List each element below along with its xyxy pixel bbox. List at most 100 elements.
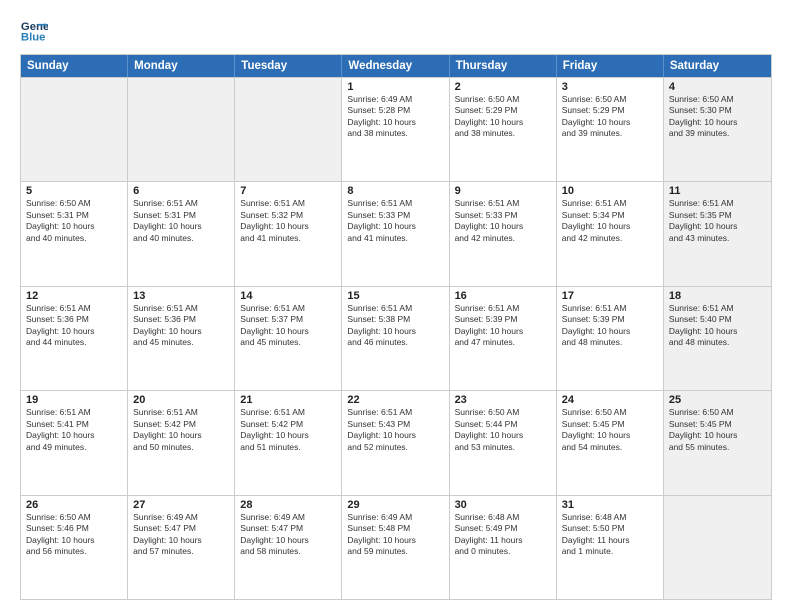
day-number: 8 <box>347 185 443 197</box>
day-number: 9 <box>455 185 551 197</box>
day-info: Sunrise: 6:51 AM Sunset: 5:34 PM Dayligh… <box>562 198 658 244</box>
logo: General Blue <box>20 16 52 44</box>
calendar-cell: 14Sunrise: 6:51 AM Sunset: 5:37 PM Dayli… <box>235 287 342 390</box>
day-number: 16 <box>455 290 551 302</box>
day-info: Sunrise: 6:50 AM Sunset: 5:45 PM Dayligh… <box>562 407 658 453</box>
day-info: Sunrise: 6:51 AM Sunset: 5:35 PM Dayligh… <box>669 198 766 244</box>
day-number: 28 <box>240 499 336 511</box>
day-info: Sunrise: 6:51 AM Sunset: 5:40 PM Dayligh… <box>669 303 766 349</box>
header: General Blue <box>20 16 772 44</box>
calendar-header-row: SundayMondayTuesdayWednesdayThursdayFrid… <box>21 55 771 77</box>
calendar-cell: 29Sunrise: 6:49 AM Sunset: 5:48 PM Dayli… <box>342 496 449 599</box>
day-number: 27 <box>133 499 229 511</box>
day-info: Sunrise: 6:50 AM Sunset: 5:29 PM Dayligh… <box>455 94 551 140</box>
day-info: Sunrise: 6:50 AM Sunset: 5:29 PM Dayligh… <box>562 94 658 140</box>
day-number: 21 <box>240 394 336 406</box>
calendar-week: 12Sunrise: 6:51 AM Sunset: 5:36 PM Dayli… <box>21 286 771 390</box>
calendar-cell: 5Sunrise: 6:50 AM Sunset: 5:31 PM Daylig… <box>21 182 128 285</box>
day-info: Sunrise: 6:51 AM Sunset: 5:33 PM Dayligh… <box>347 198 443 244</box>
calendar-cell: 8Sunrise: 6:51 AM Sunset: 5:33 PM Daylig… <box>342 182 449 285</box>
day-info: Sunrise: 6:51 AM Sunset: 5:36 PM Dayligh… <box>26 303 122 349</box>
day-number: 12 <box>26 290 122 302</box>
day-info: Sunrise: 6:51 AM Sunset: 5:42 PM Dayligh… <box>133 407 229 453</box>
day-number: 3 <box>562 81 658 93</box>
day-info: Sunrise: 6:51 AM Sunset: 5:37 PM Dayligh… <box>240 303 336 349</box>
calendar-cell: 23Sunrise: 6:50 AM Sunset: 5:44 PM Dayli… <box>450 391 557 494</box>
weekday-header: Saturday <box>664 55 771 77</box>
day-number: 2 <box>455 81 551 93</box>
calendar-week: 19Sunrise: 6:51 AM Sunset: 5:41 PM Dayli… <box>21 390 771 494</box>
day-number: 19 <box>26 394 122 406</box>
calendar-body: 1Sunrise: 6:49 AM Sunset: 5:28 PM Daylig… <box>21 77 771 599</box>
calendar-cell <box>128 78 235 181</box>
day-number: 4 <box>669 81 766 93</box>
calendar-week: 1Sunrise: 6:49 AM Sunset: 5:28 PM Daylig… <box>21 77 771 181</box>
day-info: Sunrise: 6:51 AM Sunset: 5:33 PM Dayligh… <box>455 198 551 244</box>
calendar-cell: 18Sunrise: 6:51 AM Sunset: 5:40 PM Dayli… <box>664 287 771 390</box>
day-info: Sunrise: 6:50 AM Sunset: 5:46 PM Dayligh… <box>26 512 122 558</box>
day-number: 31 <box>562 499 658 511</box>
day-info: Sunrise: 6:50 AM Sunset: 5:30 PM Dayligh… <box>669 94 766 140</box>
calendar-cell: 31Sunrise: 6:48 AM Sunset: 5:50 PM Dayli… <box>557 496 664 599</box>
day-info: Sunrise: 6:49 AM Sunset: 5:47 PM Dayligh… <box>240 512 336 558</box>
day-number: 22 <box>347 394 443 406</box>
weekday-header: Tuesday <box>235 55 342 77</box>
day-info: Sunrise: 6:49 AM Sunset: 5:47 PM Dayligh… <box>133 512 229 558</box>
logo-icon: General Blue <box>20 16 48 44</box>
day-info: Sunrise: 6:50 AM Sunset: 5:45 PM Dayligh… <box>669 407 766 453</box>
svg-text:Blue: Blue <box>21 32 46 44</box>
day-info: Sunrise: 6:51 AM Sunset: 5:36 PM Dayligh… <box>133 303 229 349</box>
day-info: Sunrise: 6:50 AM Sunset: 5:44 PM Dayligh… <box>455 407 551 453</box>
day-number: 6 <box>133 185 229 197</box>
weekday-header: Friday <box>557 55 664 77</box>
day-number: 1 <box>347 81 443 93</box>
day-number: 30 <box>455 499 551 511</box>
day-info: Sunrise: 6:49 AM Sunset: 5:28 PM Dayligh… <box>347 94 443 140</box>
calendar-cell <box>235 78 342 181</box>
day-number: 25 <box>669 394 766 406</box>
calendar-cell: 16Sunrise: 6:51 AM Sunset: 5:39 PM Dayli… <box>450 287 557 390</box>
calendar-cell: 10Sunrise: 6:51 AM Sunset: 5:34 PM Dayli… <box>557 182 664 285</box>
calendar-cell: 27Sunrise: 6:49 AM Sunset: 5:47 PM Dayli… <box>128 496 235 599</box>
day-number: 10 <box>562 185 658 197</box>
calendar-cell <box>21 78 128 181</box>
calendar-cell: 19Sunrise: 6:51 AM Sunset: 5:41 PM Dayli… <box>21 391 128 494</box>
calendar-cell: 20Sunrise: 6:51 AM Sunset: 5:42 PM Dayli… <box>128 391 235 494</box>
calendar-cell: 6Sunrise: 6:51 AM Sunset: 5:31 PM Daylig… <box>128 182 235 285</box>
day-number: 29 <box>347 499 443 511</box>
calendar-week: 5Sunrise: 6:50 AM Sunset: 5:31 PM Daylig… <box>21 181 771 285</box>
day-number: 14 <box>240 290 336 302</box>
day-info: Sunrise: 6:50 AM Sunset: 5:31 PM Dayligh… <box>26 198 122 244</box>
calendar-cell: 12Sunrise: 6:51 AM Sunset: 5:36 PM Dayli… <box>21 287 128 390</box>
day-number: 20 <box>133 394 229 406</box>
day-info: Sunrise: 6:51 AM Sunset: 5:43 PM Dayligh… <box>347 407 443 453</box>
calendar-week: 26Sunrise: 6:50 AM Sunset: 5:46 PM Dayli… <box>21 495 771 599</box>
calendar-cell: 7Sunrise: 6:51 AM Sunset: 5:32 PM Daylig… <box>235 182 342 285</box>
calendar-cell: 30Sunrise: 6:48 AM Sunset: 5:49 PM Dayli… <box>450 496 557 599</box>
weekday-header: Thursday <box>450 55 557 77</box>
day-number: 17 <box>562 290 658 302</box>
calendar-cell: 11Sunrise: 6:51 AM Sunset: 5:35 PM Dayli… <box>664 182 771 285</box>
calendar-cell: 2Sunrise: 6:50 AM Sunset: 5:29 PM Daylig… <box>450 78 557 181</box>
day-info: Sunrise: 6:51 AM Sunset: 5:42 PM Dayligh… <box>240 407 336 453</box>
calendar-cell: 13Sunrise: 6:51 AM Sunset: 5:36 PM Dayli… <box>128 287 235 390</box>
day-number: 23 <box>455 394 551 406</box>
calendar-cell: 3Sunrise: 6:50 AM Sunset: 5:29 PM Daylig… <box>557 78 664 181</box>
day-number: 15 <box>347 290 443 302</box>
day-number: 7 <box>240 185 336 197</box>
day-number: 26 <box>26 499 122 511</box>
calendar-cell: 24Sunrise: 6:50 AM Sunset: 5:45 PM Dayli… <box>557 391 664 494</box>
day-info: Sunrise: 6:48 AM Sunset: 5:49 PM Dayligh… <box>455 512 551 558</box>
day-number: 11 <box>669 185 766 197</box>
weekday-header: Sunday <box>21 55 128 77</box>
day-info: Sunrise: 6:51 AM Sunset: 5:39 PM Dayligh… <box>562 303 658 349</box>
calendar-cell <box>664 496 771 599</box>
weekday-header: Monday <box>128 55 235 77</box>
day-number: 18 <box>669 290 766 302</box>
calendar-cell: 22Sunrise: 6:51 AM Sunset: 5:43 PM Dayli… <box>342 391 449 494</box>
calendar-cell: 9Sunrise: 6:51 AM Sunset: 5:33 PM Daylig… <box>450 182 557 285</box>
day-info: Sunrise: 6:51 AM Sunset: 5:39 PM Dayligh… <box>455 303 551 349</box>
day-number: 24 <box>562 394 658 406</box>
calendar-cell: 1Sunrise: 6:49 AM Sunset: 5:28 PM Daylig… <box>342 78 449 181</box>
day-info: Sunrise: 6:51 AM Sunset: 5:31 PM Dayligh… <box>133 198 229 244</box>
